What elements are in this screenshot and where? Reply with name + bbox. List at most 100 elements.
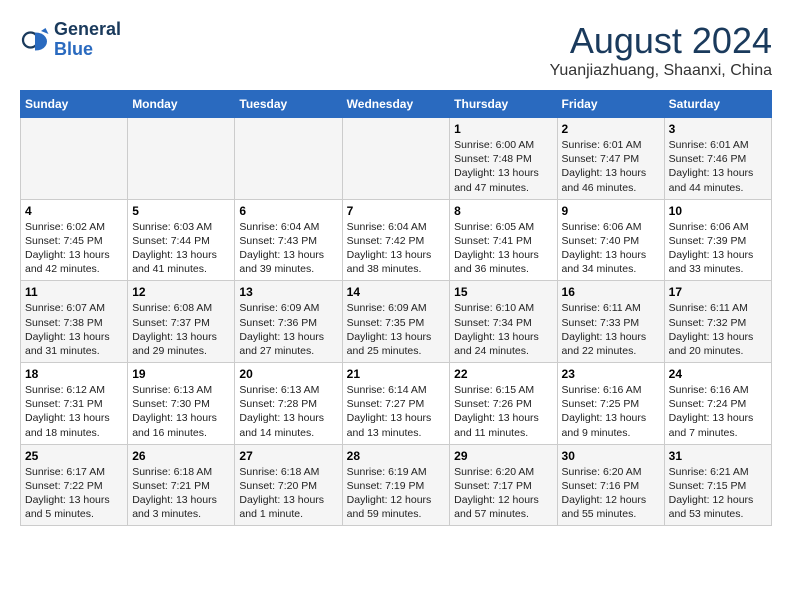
day-number: 22	[454, 367, 552, 381]
day-number: 8	[454, 204, 552, 218]
header-day-sunday: Sunday	[21, 91, 128, 118]
day-info: Sunrise: 6:17 AMSunset: 7:22 PMDaylight:…	[25, 465, 123, 522]
day-number: 25	[25, 449, 123, 463]
day-number: 26	[132, 449, 230, 463]
day-info: Sunrise: 6:03 AMSunset: 7:44 PMDaylight:…	[132, 220, 230, 277]
day-info: Sunrise: 6:01 AMSunset: 7:46 PMDaylight:…	[669, 138, 767, 195]
logo-line2: Blue	[54, 40, 121, 60]
day-info: Sunrise: 6:20 AMSunset: 7:16 PMDaylight:…	[562, 465, 660, 522]
day-number: 19	[132, 367, 230, 381]
day-info: Sunrise: 6:04 AMSunset: 7:42 PMDaylight:…	[347, 220, 446, 277]
day-number: 6	[239, 204, 337, 218]
day-info: Sunrise: 6:14 AMSunset: 7:27 PMDaylight:…	[347, 383, 446, 440]
calendar-cell: 18 Sunrise: 6:12 AMSunset: 7:31 PMDayligh…	[21, 363, 128, 445]
calendar-cell: 14 Sunrise: 6:09 AMSunset: 7:35 PMDayligh…	[342, 281, 450, 363]
calendar-cell: 17 Sunrise: 6:11 AMSunset: 7:32 PMDayligh…	[664, 281, 771, 363]
calendar-cell: 7 Sunrise: 6:04 AMSunset: 7:42 PMDaylight…	[342, 199, 450, 281]
day-info: Sunrise: 6:11 AMSunset: 7:33 PMDaylight:…	[562, 301, 660, 358]
calendar-body: 1 Sunrise: 6:00 AMSunset: 7:48 PMDaylight…	[21, 118, 772, 526]
title-block: August 2024 Yuanjiazhuang, Shaanxi, Chin…	[550, 20, 772, 80]
calendar-cell: 9 Sunrise: 6:06 AMSunset: 7:40 PMDaylight…	[557, 199, 664, 281]
day-number: 11	[25, 285, 123, 299]
day-info: Sunrise: 6:00 AMSunset: 7:48 PMDaylight:…	[454, 138, 552, 195]
day-number: 20	[239, 367, 337, 381]
calendar-cell	[21, 118, 128, 200]
day-number: 21	[347, 367, 446, 381]
calendar-cell: 21 Sunrise: 6:14 AMSunset: 7:27 PMDayligh…	[342, 363, 450, 445]
calendar-cell: 23Sunrise: 6:16 AMSunset: 7:25 PMDayligh…	[557, 363, 664, 445]
logo-line1: General	[54, 20, 121, 40]
day-number: 30	[562, 449, 660, 463]
day-number: 1	[454, 122, 552, 136]
day-info: Sunrise: 6:13 AMSunset: 7:30 PMDaylight:…	[132, 383, 230, 440]
calendar-cell: 16 Sunrise: 6:11 AMSunset: 7:33 PMDayligh…	[557, 281, 664, 363]
day-number: 7	[347, 204, 446, 218]
calendar-cell	[128, 118, 235, 200]
calendar-cell: 3 Sunrise: 6:01 AMSunset: 7:46 PMDaylight…	[664, 118, 771, 200]
calendar-cell: 24Sunrise: 6:16 AMSunset: 7:24 PMDayligh…	[664, 363, 771, 445]
day-number: 29	[454, 449, 552, 463]
day-number: 4	[25, 204, 123, 218]
day-info: Sunrise: 6:19 AMSunset: 7:19 PMDaylight:…	[347, 465, 446, 522]
calendar-week-3: 11 Sunrise: 6:07 AMSunset: 7:38 PMDayligh…	[21, 281, 772, 363]
calendar-header: SundayMondayTuesdayWednesdayThursdayFrid…	[21, 91, 772, 118]
day-number: 28	[347, 449, 446, 463]
logo-text: General Blue	[54, 20, 121, 60]
main-title: August 2024	[550, 20, 772, 62]
calendar-cell: 8Sunrise: 6:05 AMSunset: 7:41 PMDaylight…	[450, 199, 557, 281]
day-number: 10	[669, 204, 767, 218]
calendar-cell: 6 Sunrise: 6:04 AMSunset: 7:43 PMDaylight…	[235, 199, 342, 281]
header-day-friday: Friday	[557, 91, 664, 118]
day-number: 14	[347, 285, 446, 299]
header-day-thursday: Thursday	[450, 91, 557, 118]
day-info: Sunrise: 6:07 AMSunset: 7:38 PMDaylight:…	[25, 301, 123, 358]
day-info: Sunrise: 6:08 AMSunset: 7:37 PMDaylight:…	[132, 301, 230, 358]
calendar-cell: 4 Sunrise: 6:02 AMSunset: 7:45 PMDaylight…	[21, 199, 128, 281]
day-number: 16	[562, 285, 660, 299]
header-day-monday: Monday	[128, 91, 235, 118]
day-number: 9	[562, 204, 660, 218]
day-info: Sunrise: 6:16 AMSunset: 7:25 PMDaylight:…	[562, 383, 660, 440]
calendar-cell: 1 Sunrise: 6:00 AMSunset: 7:48 PMDaylight…	[450, 118, 557, 200]
calendar-cell: 29 Sunrise: 6:20 AMSunset: 7:17 PMDayligh…	[450, 444, 557, 526]
calendar-table: SundayMondayTuesdayWednesdayThursdayFrid…	[20, 90, 772, 526]
day-number: 15	[454, 285, 552, 299]
day-info: Sunrise: 6:11 AMSunset: 7:32 PMDaylight:…	[669, 301, 767, 358]
calendar-week-2: 4 Sunrise: 6:02 AMSunset: 7:45 PMDaylight…	[21, 199, 772, 281]
day-info: Sunrise: 6:09 AMSunset: 7:36 PMDaylight:…	[239, 301, 337, 358]
header-day-saturday: Saturday	[664, 91, 771, 118]
calendar-cell: 20 Sunrise: 6:13 AMSunset: 7:28 PMDayligh…	[235, 363, 342, 445]
day-info: Sunrise: 6:02 AMSunset: 7:45 PMDaylight:…	[25, 220, 123, 277]
calendar-cell: 22 Sunrise: 6:15 AMSunset: 7:26 PMDayligh…	[450, 363, 557, 445]
day-info: Sunrise: 6:06 AMSunset: 7:40 PMDaylight:…	[562, 220, 660, 277]
day-number: 3	[669, 122, 767, 136]
day-info: Sunrise: 6:12 AMSunset: 7:31 PMDaylight:…	[25, 383, 123, 440]
day-info: Sunrise: 6:04 AMSunset: 7:43 PMDaylight:…	[239, 220, 337, 277]
calendar-cell: 15Sunrise: 6:10 AMSunset: 7:34 PMDayligh…	[450, 281, 557, 363]
calendar-cell: 10 Sunrise: 6:06 AMSunset: 7:39 PMDayligh…	[664, 199, 771, 281]
day-info: Sunrise: 6:20 AMSunset: 7:17 PMDaylight:…	[454, 465, 552, 522]
calendar-week-4: 18 Sunrise: 6:12 AMSunset: 7:31 PMDayligh…	[21, 363, 772, 445]
day-number: 2	[562, 122, 660, 136]
calendar-cell: 11 Sunrise: 6:07 AMSunset: 7:38 PMDayligh…	[21, 281, 128, 363]
day-number: 5	[132, 204, 230, 218]
header-day-wednesday: Wednesday	[342, 91, 450, 118]
day-info: Sunrise: 6:09 AMSunset: 7:35 PMDaylight:…	[347, 301, 446, 358]
day-number: 18	[25, 367, 123, 381]
calendar-cell: 25 Sunrise: 6:17 AMSunset: 7:22 PMDayligh…	[21, 444, 128, 526]
calendar-cell: 26Sunrise: 6:18 AMSunset: 7:21 PMDayligh…	[128, 444, 235, 526]
day-info: Sunrise: 6:01 AMSunset: 7:47 PMDaylight:…	[562, 138, 660, 195]
calendar-cell: 13 Sunrise: 6:09 AMSunset: 7:36 PMDayligh…	[235, 281, 342, 363]
day-number: 17	[669, 285, 767, 299]
day-info: Sunrise: 6:21 AMSunset: 7:15 PMDaylight:…	[669, 465, 767, 522]
day-number: 13	[239, 285, 337, 299]
day-number: 31	[669, 449, 767, 463]
day-info: Sunrise: 6:16 AMSunset: 7:24 PMDaylight:…	[669, 383, 767, 440]
day-info: Sunrise: 6:15 AMSunset: 7:26 PMDaylight:…	[454, 383, 552, 440]
calendar-cell: 31 Sunrise: 6:21 AMSunset: 7:15 PMDayligh…	[664, 444, 771, 526]
day-info: Sunrise: 6:06 AMSunset: 7:39 PMDaylight:…	[669, 220, 767, 277]
calendar-cell: 27Sunrise: 6:18 AMSunset: 7:20 PMDayligh…	[235, 444, 342, 526]
day-info: Sunrise: 6:13 AMSunset: 7:28 PMDaylight:…	[239, 383, 337, 440]
subtitle: Yuanjiazhuang, Shaanxi, China	[550, 62, 772, 80]
calendar-cell: 30 Sunrise: 6:20 AMSunset: 7:16 PMDayligh…	[557, 444, 664, 526]
